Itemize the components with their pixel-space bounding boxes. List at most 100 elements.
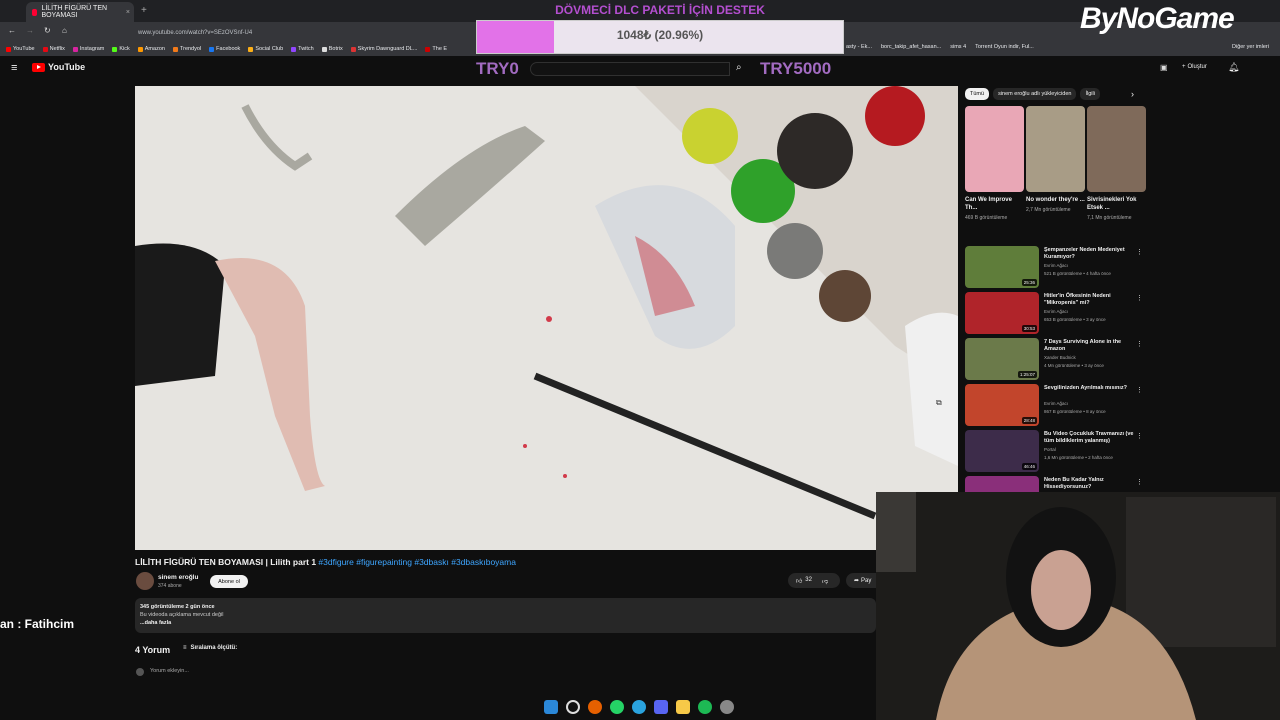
tab-title: LİLİTH FİGÜRÜ TEN BOYAMASI (41, 5, 108, 19)
bookmark-item[interactable]: Twitch (291, 46, 314, 52)
cast-icon[interactable]: ▣ (1160, 63, 1168, 72)
forward-icon[interactable]: → (26, 26, 34, 35)
show-more-link[interactable]: ...daha fazla (140, 619, 871, 627)
bookmark-item[interactable]: The E (425, 46, 447, 52)
chevron-right-icon[interactable]: › (1131, 89, 1134, 99)
file-explorer-icon[interactable] (676, 700, 690, 714)
share-button[interactable]: ➦ Pay (846, 573, 876, 588)
bookmark-favicon-icon (6, 46, 11, 52)
add-comment-input[interactable]: Yorum ekleyin... (150, 668, 189, 674)
donation-goal-max: TRY5000 (760, 59, 832, 78)
video-meta: 4 Mn görüntüleme • 3 ay önce (1044, 363, 1104, 368)
bookmark-item[interactable]: Instagram (72, 46, 104, 52)
firefox-icon[interactable] (588, 700, 602, 714)
whatsapp-icon[interactable] (610, 700, 624, 714)
bookmark-favicon-icon (72, 46, 78, 52)
chip-from-uploader[interactable]: sinem eroğlu adlı yükleyiciden (993, 88, 1077, 100)
reload-icon[interactable]: ↻ (44, 26, 51, 35)
menu-icon[interactable]: ≡ (11, 62, 17, 74)
dislike-icon[interactable]: 👎︎ (822, 577, 828, 585)
youtube-logo[interactable]: YouTube (32, 62, 85, 72)
recommended-video[interactable]: 25:36 Şempanzeler Neden Medeniyet Kuramı… (965, 246, 1147, 288)
more-options-icon[interactable]: ⋮ (1136, 478, 1143, 486)
search-icon[interactable]: ⌕ (736, 62, 742, 73)
spotify-icon[interactable] (698, 700, 712, 714)
miniplayer-icon[interactable]: ⧉ (936, 398, 942, 408)
filter-chips: Tümü sinem eroğlu adlı yükleyiciden İlgi… (965, 88, 1100, 100)
channel-avatar[interactable] (136, 572, 154, 590)
more-options-icon[interactable]: ⋮ (1136, 340, 1143, 348)
video-title: LİLİTH FİGÜRÜ TEN BOYAMASI | Lilith part… (135, 557, 516, 567)
short-item[interactable]: Sivrisinekleri Yok Etsek ... 7,1 Mn görü… (1087, 106, 1146, 221)
channel-name[interactable]: sinem eroğlu (158, 574, 198, 581)
short-title: No wonder they're ... (1026, 197, 1085, 203)
more-options-icon[interactable]: ⋮ (1136, 248, 1143, 256)
more-options-icon[interactable]: ⋮ (1136, 294, 1143, 302)
other-bookmarks[interactable]: Diğer yer imleri (1232, 44, 1269, 50)
like-button[interactable]: 👍︎ 32 (796, 577, 812, 585)
bookmark-item[interactable]: Botrix (321, 46, 343, 52)
description-box[interactable]: 345 görüntüleme 2 gün önce Bu videoda aç… (135, 598, 876, 633)
recommended-video[interactable]: 1:25:07 7 Days Surviving Alone in the Am… (965, 338, 1147, 380)
bookmark-favicon-icon (42, 46, 48, 52)
taskbar-search-icon[interactable] (566, 700, 580, 714)
windows-start-icon[interactable] (544, 700, 558, 714)
bookmark-item[interactable]: asty - Ek... (846, 44, 872, 50)
chip-all[interactable]: Tümü (965, 88, 990, 100)
bookmark-item[interactable]: Kick (112, 46, 130, 52)
video-hashtags[interactable]: #3dfigure #figurepainting #3dbaskı #3dba… (318, 557, 516, 567)
bookmark-item[interactable]: Netflix (42, 46, 65, 52)
settings-gear-icon[interactable] (720, 700, 734, 714)
video-meta: 521 B görüntüleme • 4 hafta önce (1044, 271, 1111, 276)
recommended-video[interactable]: Neden Bu Kadar Yalnız Hissediyorsunuz? ⋮ (965, 476, 1147, 492)
recommended-video[interactable]: 30:53 Hitler'in Öfkesinin Nedeni "Mikrop… (965, 292, 1147, 334)
back-icon[interactable]: ← (8, 26, 16, 35)
bookmark-item[interactable]: borc_takip_afet_hasan... (881, 44, 941, 50)
recommended-video[interactable]: 46:46 Bu Video Çocukluk Travmanızı (ve t… (965, 430, 1147, 472)
short-thumbnail (1087, 106, 1146, 192)
short-views: 469 B görüntüleme (965, 215, 1008, 221)
video-duration: 25:36 (1021, 279, 1037, 286)
create-button[interactable]: + Oluştur (1182, 64, 1207, 70)
video-player[interactable] (135, 86, 958, 550)
comment-avatar (136, 668, 144, 676)
discord-icon[interactable] (654, 700, 668, 714)
bookmarks-right: asty - Ek... borc_takip_afet_hasan... si… (846, 44, 1034, 50)
telegram-icon[interactable] (632, 700, 646, 714)
bookmark-item[interactable]: Skyrim Dawnguard DL... (350, 46, 417, 52)
recommended-video[interactable]: 28:48 Sevgilinizden Ayrılmalı mısınız? E… (965, 384, 1147, 426)
video-channel: Evrim Ağacı (1044, 309, 1069, 314)
bookmark-item[interactable]: Social Club (248, 46, 283, 52)
video-frame (135, 86, 958, 550)
bookmark-item[interactable]: Trendyol (172, 46, 201, 52)
new-tab-button[interactable]: + (141, 5, 147, 16)
more-options-icon[interactable]: ⋮ (1136, 432, 1143, 440)
bynogame-logo: ByNoGame (1080, 2, 1235, 35)
more-options-icon[interactable]: ⋮ (1136, 386, 1143, 394)
home-icon[interactable]: ⌂ (62, 26, 67, 35)
short-item[interactable]: Can We Improve Th... 469 B görüntüleme (965, 106, 1024, 221)
bookmark-favicon-icon (321, 46, 327, 52)
sort-comments-button[interactable]: ≡ Sıralama ölçütü: (183, 645, 237, 651)
video-title: Neden Bu Kadar Yalnız Hissediyorsunuz? (1044, 477, 1104, 490)
short-title: Can We Improve Th... (965, 197, 1012, 211)
bell-icon[interactable]: 🔔︎ (1228, 62, 1239, 73)
youtube-play-icon (32, 62, 45, 72)
bookmark-item[interactable]: sims 4 (950, 44, 966, 50)
search-input[interactable] (530, 62, 730, 76)
bookmark-item[interactable]: Torrent Oyun indir, Ful... (975, 44, 1034, 50)
url-field[interactable]: www.youtube.com/watch?v=SEzOVSnf-U4 (138, 26, 478, 39)
bookmark-item[interactable]: Facebook (209, 46, 240, 52)
video-title-text: LİLİTH FİGÜRÜ TEN BOYAMASI | Lilith part… (135, 557, 317, 567)
bookmark-item[interactable]: Amazon (137, 46, 165, 52)
short-item[interactable]: No wonder they're ... 2,7 Mn görüntüleme (1026, 106, 1085, 213)
youtube-favicon-icon (32, 8, 38, 16)
subscribe-button[interactable]: Abone ol (210, 575, 248, 588)
bookmark-item[interactable]: YouTube (6, 46, 35, 52)
video-title: Bu Video Çocukluk Travmanızı (ve tüm bil… (1044, 431, 1134, 444)
chip-related[interactable]: İlgili (1080, 88, 1100, 100)
video-duration: 46:46 (1021, 463, 1037, 470)
video-meta: 653 B görüntüleme • 3 ay önce (1044, 317, 1106, 322)
browser-tab-active[interactable]: LİLİTH FİGÜRÜ TEN BOYAMASI × (26, 2, 134, 22)
tab-close-icon[interactable]: × (126, 9, 130, 16)
